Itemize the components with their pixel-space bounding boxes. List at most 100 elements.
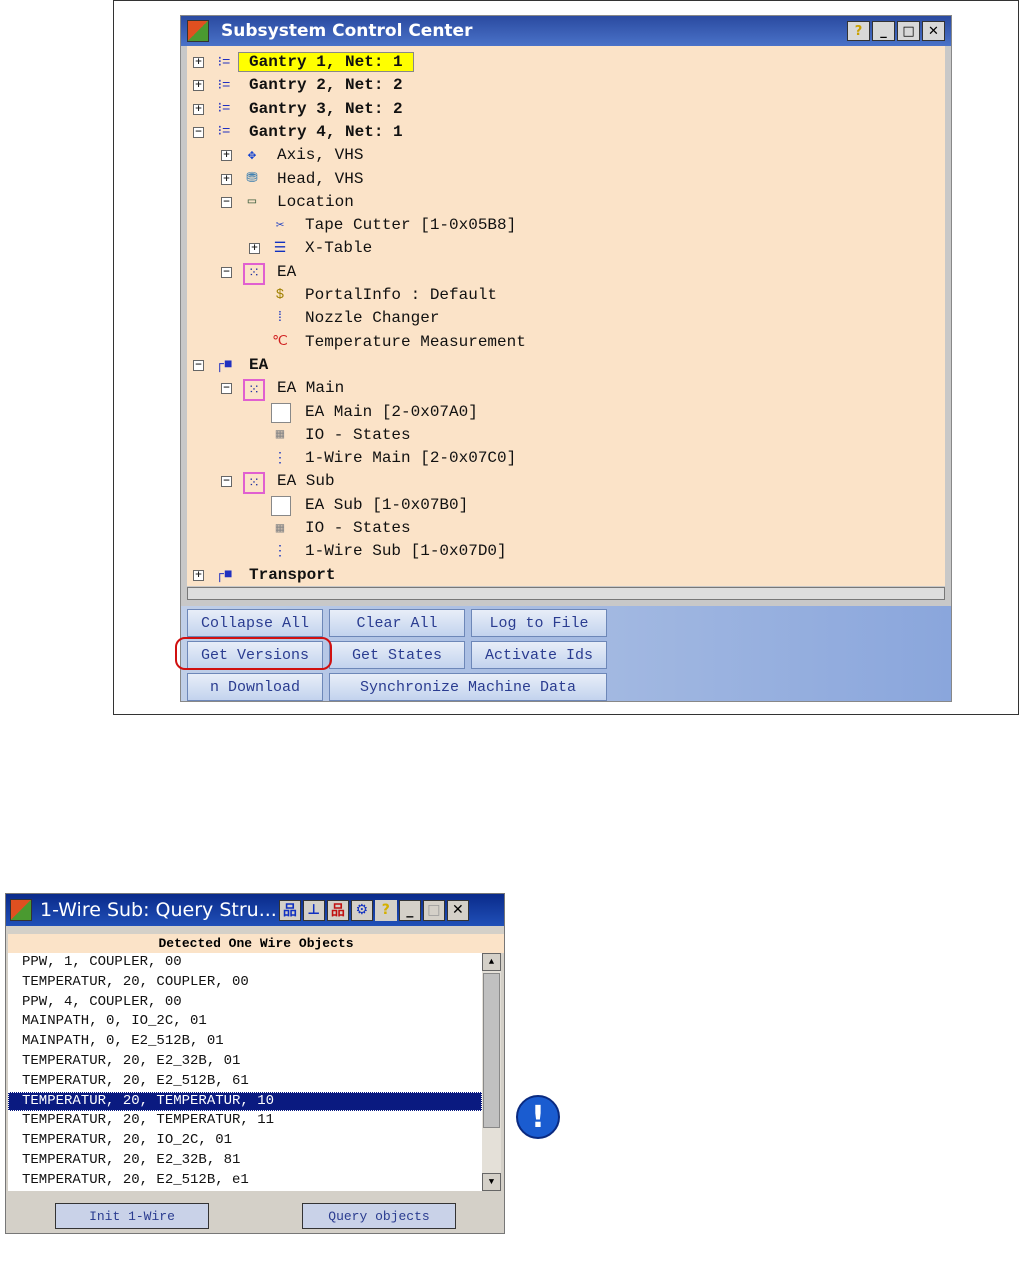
tree-node-label[interactable]: Head, VHS (277, 170, 363, 188)
list-item[interactable]: TEMPERATUR, 20, E2_512B, e1 (8, 1171, 482, 1191)
tree-node-label[interactable]: 1-Wire Main [2-0x07C0] (305, 449, 516, 467)
tree-node[interactable]: EA Main [2-0x07A0] (187, 401, 945, 423)
collapse-icon[interactable]: − (221, 196, 232, 208)
objects-list[interactable]: PPW, 1, COUPLER, 00 TEMPERATUR, 20, COUPL… (8, 953, 482, 1191)
synchronize-machine-data-button[interactable]: Synchronize Machine Data (329, 673, 607, 701)
tree-node[interactable]: + ⁝= Gantry 3, Net: 2 (187, 98, 945, 120)
tree-node-label[interactable]: Temperature Measurement (305, 333, 526, 351)
tree-node-label[interactable]: 1-Wire Sub [1-0x07D0] (305, 542, 507, 560)
tree-node-label[interactable]: Gantry 1, Net: 1 (238, 52, 414, 72)
collapse-all-button[interactable]: Collapse All (187, 609, 323, 637)
tree-node-label[interactable]: Gantry 4, Net: 1 (249, 123, 403, 141)
list-item[interactable]: TEMPERATUR, 20, E2_512B, 61 (8, 1072, 482, 1092)
activate-ids-button[interactable]: Activate Ids (471, 641, 607, 669)
tree-node-label[interactable]: EA (277, 263, 296, 281)
help-icon[interactable]: ? (374, 899, 397, 921)
scroll-up-arrow-icon[interactable]: ▲ (482, 953, 501, 971)
tree-node[interactable]: − ⁙ EA Sub (187, 470, 945, 495)
minimize-button[interactable]: _ (872, 21, 895, 41)
tree-node[interactable]: + ┌■ Transport (187, 564, 945, 586)
tree-node[interactable]: − ┌■ EA (187, 354, 945, 376)
expand-icon[interactable]: + (193, 103, 204, 115)
tree-node-label[interactable]: IO - States (305, 519, 411, 537)
list-item[interactable]: MAINPATH, 0, E2_512B, 01 (8, 1032, 482, 1052)
list-item[interactable]: TEMPERATUR, 20, TEMPERATUR, 11 (8, 1111, 482, 1131)
tree-node-label[interactable]: IO - States (305, 426, 411, 444)
maximize-button[interactable]: □ (897, 21, 920, 41)
tree-node[interactable]: − ▭ Location (187, 191, 945, 213)
list-item[interactable]: PPW, 4, COUPLER, 00 (8, 993, 482, 1013)
tree-node-label[interactable]: EA Sub [1-0x07B0] (305, 496, 468, 514)
get-states-button[interactable]: Get States (329, 641, 465, 669)
scroll-thumb[interactable] (483, 973, 500, 1128)
collapse-icon[interactable]: − (193, 359, 204, 371)
tree-node-label[interactable]: Nozzle Changer (305, 309, 439, 327)
tree-node-label[interactable]: EA (249, 356, 268, 374)
list-item[interactable]: TEMPERATUR, 20, E2_32B, 01 (8, 1052, 482, 1072)
expand-icon[interactable]: + (221, 173, 232, 185)
query-objects-button[interactable]: Query objects (302, 1203, 456, 1229)
list-item[interactable]: TEMPERATUR, 20, TEMPERATUR, 10 (8, 1091, 482, 1112)
tree-node[interactable]: − ⁙ EA Main (187, 377, 945, 402)
tree-node-label[interactable]: X-Table (305, 239, 372, 257)
tree-node-label[interactable]: EA Sub (277, 472, 335, 490)
tree-node[interactable]: ⁞ Nozzle Changer (187, 307, 945, 329)
tree-node[interactable]: ✂ Tape Cutter [1-0x05B8] (187, 214, 945, 236)
expand-icon[interactable]: + (193, 57, 204, 68)
list-item[interactable]: TEMPERATUR, 20, COUPLER, 00 (8, 973, 482, 993)
clear-all-button[interactable]: Clear All (329, 609, 465, 637)
tree-node-label[interactable]: Gantry 3, Net: 2 (249, 100, 403, 118)
tree-node-label[interactable]: EA Main (277, 379, 344, 397)
tree-node-label[interactable]: Tape Cutter [1-0x05B8] (305, 216, 516, 234)
tree-node[interactable]: $ PortalInfo : Default (187, 284, 945, 306)
tree-node[interactable]: + ⁝= Gantry 1, Net: 1 (187, 51, 945, 73)
tree-node-label[interactable]: PortalInfo : Default (305, 286, 497, 304)
collapse-icon[interactable]: − (221, 476, 232, 488)
download-button[interactable]: n Download (187, 673, 323, 701)
tree-node[interactable]: + ✥ Axis, VHS (187, 144, 945, 166)
expand-icon[interactable]: + (193, 569, 204, 581)
vertical-scrollbar[interactable]: ▲ ▼ (482, 953, 501, 1191)
tree-node[interactable]: + ⁝= Gantry 2, Net: 2 (187, 74, 945, 96)
network-icon[interactable]: ⊥ (302, 899, 325, 921)
tree-node-label[interactable]: Transport (249, 566, 335, 584)
tree-node-label[interactable]: Axis, VHS (277, 146, 363, 164)
tree-node[interactable]: ⋮ 1-Wire Main [2-0x07C0] (187, 447, 945, 469)
tree-node[interactable]: + ☰ X-Table (187, 237, 945, 259)
tree-node-label[interactable]: Location (277, 193, 354, 211)
log-to-file-button[interactable]: Log to File (471, 609, 607, 637)
close-button[interactable]: ✕ (922, 21, 945, 41)
list-item[interactable]: TEMPERATUR, 20, IO_2C, 01 (8, 1131, 482, 1151)
collapse-icon[interactable]: − (193, 126, 204, 138)
title-bar[interactable]: 1-Wire Sub: Query Stru... 品 ⊥ 品 ⚙ ? _ □ … (6, 894, 504, 926)
tree-node-label[interactable]: Gantry 2, Net: 2 (249, 76, 403, 94)
list-item[interactable]: PPW, 1, COUPLER, 00 (8, 953, 482, 973)
expand-icon[interactable]: + (249, 243, 260, 255)
list-item[interactable]: TEMPERATUR, 20, E2_32B, 81 (8, 1151, 482, 1171)
minimize-button[interactable]: _ (398, 899, 421, 921)
tree-node[interactable]: + ⛃ Head, VHS (187, 168, 945, 190)
tree-node[interactable]: ▦ IO - States (187, 424, 945, 446)
init-1-wire-button[interactable]: Init 1-Wire (55, 1203, 209, 1229)
tree-node[interactable]: − ⁝= Gantry 4, Net: 1 (187, 121, 945, 143)
chip-icon[interactable]: ⚙ (350, 899, 373, 921)
tree-node[interactable]: ⋮ 1-Wire Sub [1-0x07D0] (187, 540, 945, 562)
scroll-down-arrow-icon[interactable]: ▼ (482, 1173, 501, 1191)
tree-node[interactable]: − ⁙ EA (187, 261, 945, 285)
tree-node[interactable]: EA Sub [1-0x07B0] (187, 494, 945, 516)
collapse-icon[interactable]: − (221, 266, 232, 278)
tree-node-label[interactable]: EA Main [2-0x07A0] (305, 403, 478, 421)
tree-node[interactable]: ℃ Temperature Measurement (187, 331, 945, 353)
tree-node[interactable]: ▦ IO - States (187, 517, 945, 539)
list-item[interactable]: MAINPATH, 0, IO_2C, 01 (8, 1012, 482, 1032)
close-button[interactable]: ✕ (446, 899, 469, 921)
hierarchy-icon[interactable]: 品 (326, 899, 349, 921)
maximize-button[interactable]: □ (422, 899, 445, 921)
title-bar[interactable]: Subsystem Control Center ? _ □ ✕ (181, 16, 951, 46)
tree-view-icon[interactable]: 品 (278, 899, 301, 921)
expand-icon[interactable]: + (193, 80, 204, 92)
subsystem-tree[interactable]: + ⁝= Gantry 1, Net: 1 + ⁝= Gantry 2, Net: 2 + ⁝… (187, 46, 945, 586)
horizontal-scrollbar[interactable] (187, 587, 945, 600)
collapse-icon[interactable]: − (221, 383, 232, 395)
expand-icon[interactable]: + (221, 150, 232, 162)
